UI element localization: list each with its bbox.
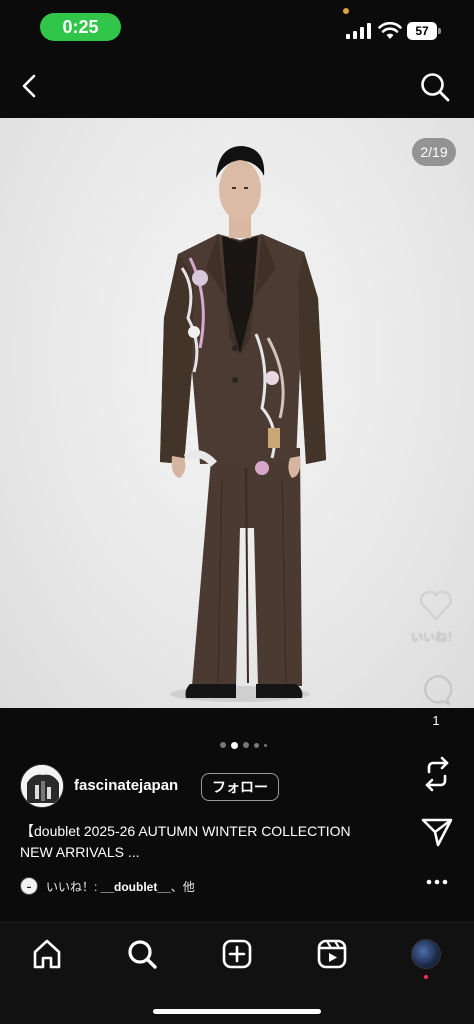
model-photo-illustration bbox=[160, 146, 326, 702]
post-photo[interactable]: 2/19 いいね！ bbox=[0, 118, 474, 708]
battery-indicator: 57 bbox=[407, 22, 441, 40]
comment-count: 1 bbox=[432, 713, 440, 728]
caption-line-2: NEW ARRIVALS ... bbox=[20, 844, 140, 860]
top-nav bbox=[0, 60, 474, 114]
likes-row[interactable]: ▬ いいね！: __doublet__、他 bbox=[20, 877, 195, 895]
home-icon[interactable] bbox=[30, 937, 64, 971]
likes-user[interactable]: __doublet__ bbox=[101, 880, 171, 894]
carousel-dot bbox=[220, 742, 226, 748]
liker-avatar: ▬ bbox=[20, 877, 38, 895]
likes-text: いいね！: __doublet__、他 bbox=[46, 878, 195, 895]
likes-prefix: いいね！: bbox=[46, 879, 101, 894]
repost-icon[interactable] bbox=[420, 756, 454, 792]
search-icon[interactable] bbox=[418, 70, 452, 104]
likes-suffix: 、他 bbox=[170, 879, 195, 894]
privacy-indicator-dot bbox=[343, 8, 349, 14]
carousel-dot bbox=[264, 743, 267, 747]
more-icon[interactable] bbox=[424, 872, 450, 892]
profile-tab-avatar[interactable] bbox=[411, 939, 441, 969]
liker-avatar-mark: ▬ bbox=[27, 883, 31, 889]
username[interactable]: fascinatejapan bbox=[74, 777, 178, 794]
comment-icon[interactable] bbox=[420, 674, 452, 706]
avatar-image bbox=[21, 765, 63, 807]
home-indicator bbox=[153, 1009, 321, 1014]
carousel-dots bbox=[220, 740, 280, 750]
clock-pill[interactable]: 0:25 bbox=[40, 13, 121, 41]
create-icon[interactable] bbox=[220, 937, 254, 971]
carousel-dot bbox=[243, 742, 249, 748]
heart-icon[interactable] bbox=[418, 588, 454, 622]
follow-button[interactable]: フォロー bbox=[201, 773, 279, 801]
cellular-signal-icon bbox=[346, 23, 371, 39]
share-icon[interactable] bbox=[420, 816, 454, 848]
carousel-dot-active bbox=[231, 741, 238, 749]
reels-icon[interactable] bbox=[315, 937, 349, 971]
status-bar: 0:25 57 bbox=[0, 0, 474, 56]
caption-line-1: 【doublet 2025-26 AUTUMN WINTER COLLECTIO… bbox=[20, 823, 351, 839]
battery-nub bbox=[438, 28, 441, 34]
wifi-icon bbox=[378, 22, 402, 39]
clock-time: 0:25 bbox=[62, 16, 99, 37]
avatar[interactable] bbox=[20, 764, 64, 808]
search-tab-icon[interactable] bbox=[125, 937, 159, 971]
carousel-dot bbox=[254, 742, 259, 748]
back-icon[interactable] bbox=[14, 70, 46, 102]
battery-level: 57 bbox=[407, 22, 437, 40]
notification-dot bbox=[424, 975, 428, 979]
like-label: いいね！ bbox=[410, 630, 459, 644]
carousel-counter: 2/19 bbox=[412, 138, 456, 166]
bottom-tab-bar bbox=[0, 922, 474, 1024]
post-caption[interactable]: 【doublet 2025-26 AUTUMN WINTER COLLECTIO… bbox=[20, 821, 410, 863]
